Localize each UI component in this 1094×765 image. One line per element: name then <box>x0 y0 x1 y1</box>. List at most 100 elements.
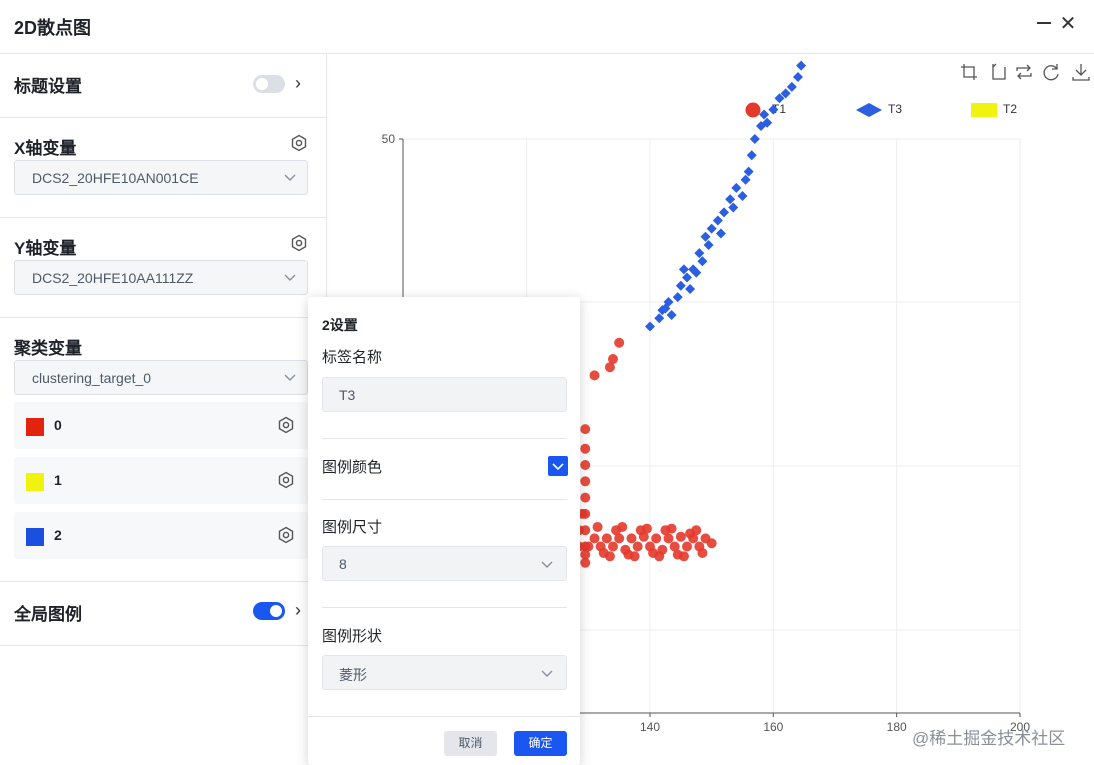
data-point-t1 <box>697 548 708 559</box>
data-point-t3 <box>715 228 726 239</box>
data-point-t3 <box>654 313 665 324</box>
chevron-down-icon <box>284 374 296 381</box>
data-point-t3 <box>678 264 689 275</box>
chevron-right-icon[interactable]: › <box>295 73 309 93</box>
data-point-t1 <box>617 521 628 532</box>
label-name-input[interactable]: T3 <box>322 377 567 412</box>
cluster-variable-label: 聚类变量 <box>14 339 82 358</box>
y-axis-variable-section: Y轴变量 DCS2_20HFE10AA111ZZ <box>0 218 327 318</box>
minimize-icon[interactable] <box>1035 14 1053 34</box>
legend-shape-value: 菱形 <box>339 667 367 683</box>
data-point-t1 <box>583 541 594 552</box>
data-point-t3 <box>697 256 708 267</box>
gear-icon[interactable] <box>277 526 295 544</box>
data-point-t1 <box>675 531 686 542</box>
title-settings-toggle[interactable] <box>253 75 285 93</box>
data-point-t1 <box>691 525 702 536</box>
data-point-t3 <box>759 109 770 120</box>
cluster-item-label: 1 <box>54 472 62 488</box>
x-axis-variable-label: X轴变量 <box>14 139 77 158</box>
data-point-t1 <box>654 551 665 562</box>
data-point-t3 <box>682 272 692 283</box>
data-point-t3 <box>793 72 803 83</box>
popover-title: 2设置 <box>322 317 358 333</box>
data-point-t3 <box>645 321 655 332</box>
data-point-t1 <box>580 557 591 568</box>
legend-shape-label: 图例形状 <box>322 628 383 645</box>
confirm-button[interactable]: 确定 <box>514 731 567 756</box>
data-point-t3 <box>725 194 736 205</box>
x-axis-variable-value: DCS2_20HFE10AN001CE <box>32 170 199 186</box>
cancel-button[interactable]: 取消 <box>444 731 497 756</box>
close-icon[interactable]: ✕ <box>1058 14 1078 34</box>
settings-sidebar: 标题设置 › X轴变量 DCS2_20HFE10AN001CE Y轴变量 DCS… <box>0 54 327 765</box>
legend-size-select[interactable]: 8 <box>322 546 567 581</box>
data-point-t3 <box>786 81 797 92</box>
title-settings-section: 标题设置 › <box>0 54 327 118</box>
cluster-color-swatch <box>26 473 44 491</box>
chevron-right-icon[interactable]: › <box>295 600 309 620</box>
cluster-variable-section: 聚类变量 clustering_target_0 0 1 2 <box>0 318 327 582</box>
cluster-item-label: 2 <box>54 527 62 543</box>
data-point-t3 <box>731 182 742 193</box>
legend-size-label: 图例尺寸 <box>322 519 383 536</box>
cluster-item-label: 0 <box>54 417 62 433</box>
data-point-t1 <box>641 523 652 534</box>
label-name-label: 标签名称 <box>322 349 383 366</box>
gear-icon[interactable] <box>290 234 308 252</box>
cluster-color-swatch <box>26 418 44 436</box>
data-point-t3 <box>712 215 723 226</box>
gear-icon[interactable] <box>277 416 295 434</box>
watermark: @稀土掘金技术社区 <box>912 729 1066 748</box>
data-point-t1 <box>629 551 640 562</box>
data-point-t3 <box>685 283 696 294</box>
x-tick-label: 140 <box>640 720 660 734</box>
data-point-t3 <box>672 292 683 303</box>
data-point-t1 <box>580 476 591 487</box>
legend-shape-select[interactable]: 菱形 <box>322 655 567 690</box>
chevron-down-icon <box>552 463 564 471</box>
data-point-t1 <box>682 541 692 552</box>
data-point-t3 <box>666 310 677 321</box>
data-point-t1 <box>604 551 615 562</box>
gear-icon[interactable] <box>277 471 295 489</box>
data-point-t1 <box>614 337 625 348</box>
data-point-t1 <box>580 460 591 470</box>
cluster-color-swatch <box>26 528 44 546</box>
chevron-down-icon <box>284 174 296 181</box>
data-point-t1 <box>604 362 615 373</box>
divider <box>322 607 567 608</box>
data-point-t1 <box>580 443 591 454</box>
legend-color-picker[interactable] <box>548 456 568 476</box>
data-point-t3 <box>675 280 686 291</box>
global-legend-section: 全局图例 › <box>0 582 327 646</box>
gear-icon[interactable] <box>290 134 308 152</box>
legend-color-label: 图例颜色 <box>322 459 383 476</box>
chevron-down-icon <box>541 561 553 568</box>
x-axis-variable-select[interactable]: DCS2_20HFE10AN001CE <box>14 160 308 195</box>
y-axis-variable-select[interactable]: DCS2_20HFE10AA111ZZ <box>14 260 308 295</box>
cluster-variable-value: clustering_target_0 <box>32 370 152 386</box>
cluster-item[interactable]: 2 <box>14 512 308 559</box>
y-axis-variable-value: DCS2_20HFE10AA111ZZ <box>32 270 194 286</box>
y-axis-variable-label: Y轴变量 <box>14 239 77 258</box>
label-name-value: T3 <box>339 387 356 403</box>
y-tick-label: 50 <box>382 132 396 146</box>
data-point-t1 <box>632 541 643 552</box>
cluster-item[interactable]: 1 <box>14 457 308 504</box>
data-point-t3 <box>749 134 760 144</box>
data-point-t3 <box>719 207 729 218</box>
data-point-t1 <box>589 533 600 544</box>
data-point-t1 <box>706 538 717 549</box>
series-settings-popover: 2设置 标签名称 T3 图例颜色 图例尺寸 8 图例形状 菱形 取消 确定 <box>308 297 580 765</box>
global-legend-toggle[interactable] <box>253 602 285 620</box>
data-point-t3 <box>740 174 751 185</box>
x-tick-label: 180 <box>887 720 907 734</box>
cluster-variable-select[interactable]: clustering_target_0 <box>14 360 308 395</box>
divider <box>322 438 567 439</box>
data-point-t1 <box>580 492 591 503</box>
cluster-item[interactable]: 0 <box>14 402 308 449</box>
divider <box>308 716 580 717</box>
data-point-t1 <box>589 370 600 381</box>
data-point-t1 <box>580 424 591 435</box>
